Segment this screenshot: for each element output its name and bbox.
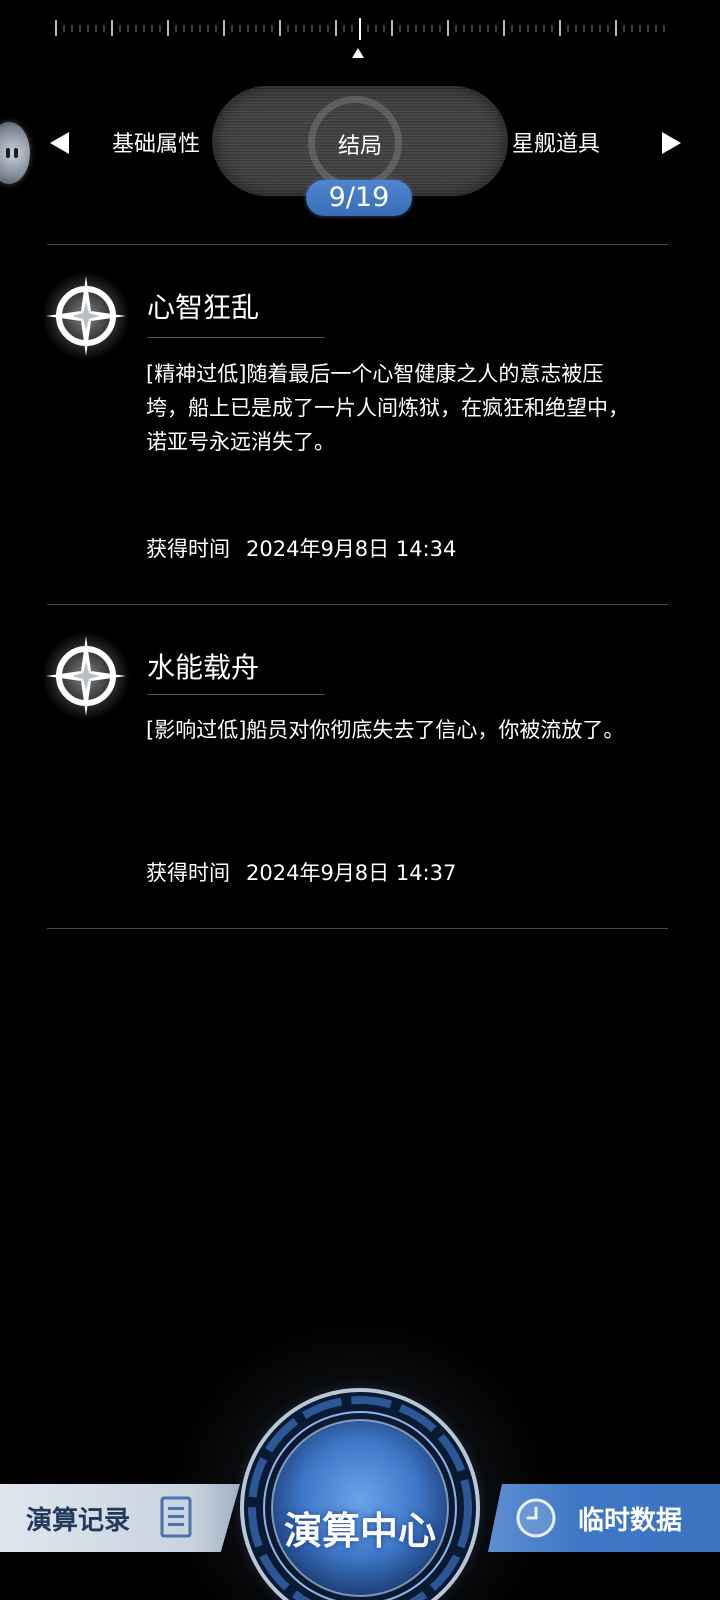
next-category-arrow-icon[interactable]: [662, 132, 681, 154]
compass-star-icon: [42, 272, 130, 360]
list-divider: [47, 244, 668, 245]
entry-time: 获得时间 2024年9月8日 14:37: [146, 857, 456, 887]
ruler-scale[interactable]: [0, 18, 720, 44]
calc-center-button[interactable]: [232, 1380, 488, 1600]
entry-time: 获得时间 2024年9月8日 14:34: [146, 533, 456, 563]
title-underline: [147, 694, 325, 695]
entry-description: [精神过低]随着最后一个心智健康之人的意志被压垮，船上已是成了一片人间炼狱，在疯…: [146, 362, 629, 454]
entry-description: [影响过低]船员对你彻底失去了信心，你被流放了。: [146, 718, 625, 742]
category-current-label: 结局: [337, 134, 382, 159]
app-screen: 基础属性 结局 9/19 星舰道具 心智狂乱 [精神过低]随着最后一个心智健康之…: [0, 0, 720, 1600]
list-divider: [47, 928, 668, 929]
calc-center-label[interactable]: 演算中心: [0, 1500, 720, 1555]
category-next-label[interactable]: 星舰道具: [512, 126, 600, 158]
list-divider: [47, 604, 668, 605]
compass-star-icon: [42, 632, 130, 720]
page-indicator-badge: 9/19: [306, 180, 412, 216]
time-label: 获得时间: [146, 861, 230, 885]
time-value: 2024年9月8日 14:34: [246, 537, 457, 561]
time-label: 获得时间: [146, 537, 230, 561]
time-value: 2024年9月8日 14:37: [246, 861, 457, 885]
title-underline: [147, 337, 325, 338]
entry-title: 水能载舟: [147, 651, 260, 684]
ruler-pointer-icon: [352, 48, 364, 58]
entry-title: 心智狂乱: [147, 291, 260, 324]
